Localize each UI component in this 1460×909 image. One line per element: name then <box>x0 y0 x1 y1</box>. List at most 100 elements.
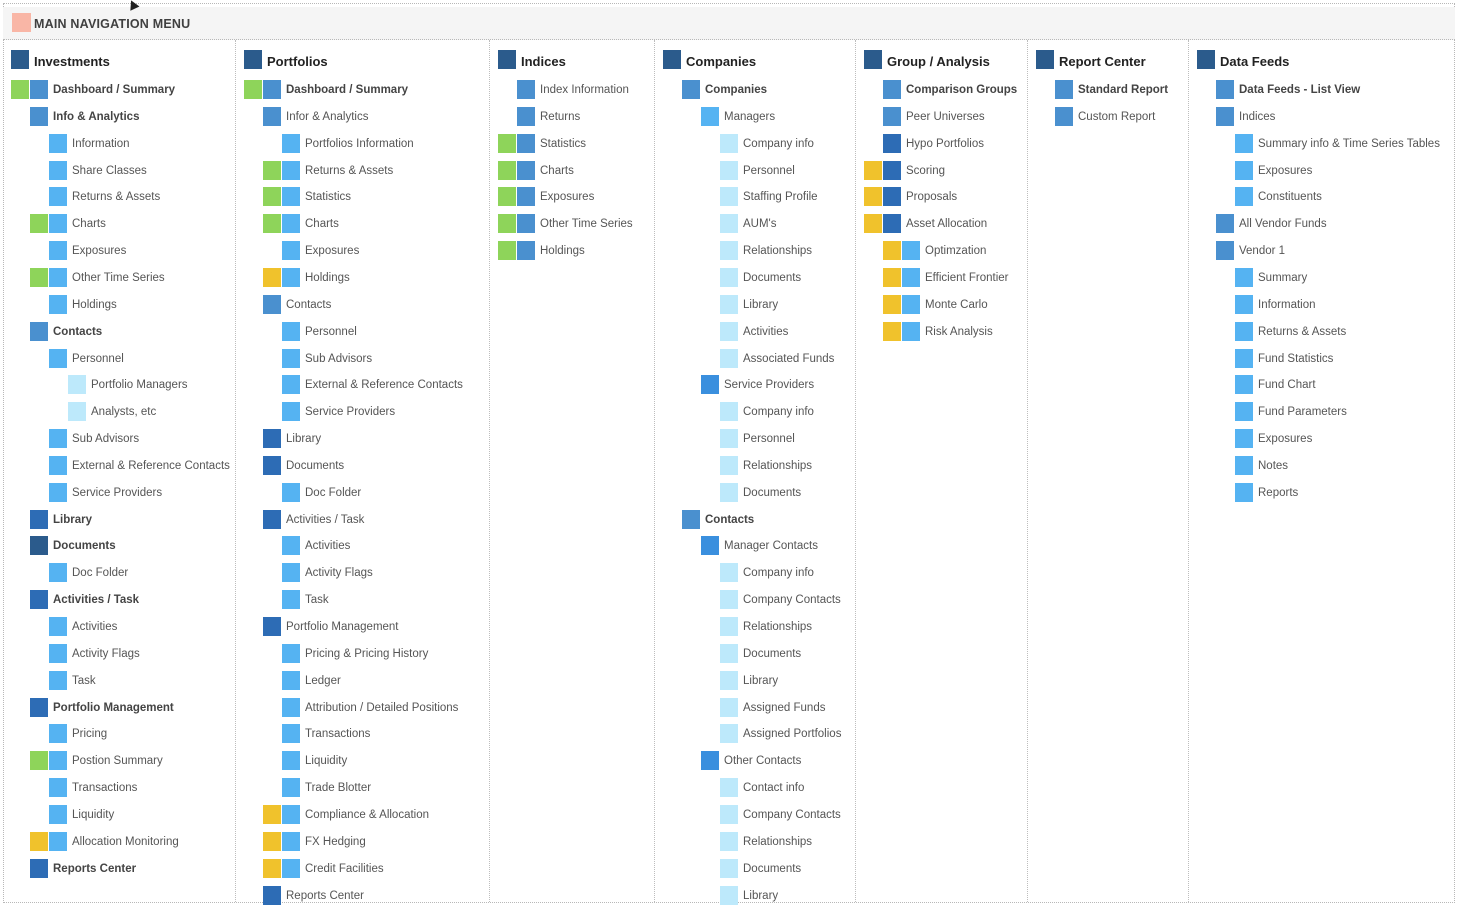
menu-item-square-icon <box>720 455 738 475</box>
menu-item-label: Portfolio Management <box>286 621 399 633</box>
menu-item-label: Trade Blotter <box>305 782 372 795</box>
menu-item-square-icon <box>282 858 300 878</box>
menu-item-square-icon <box>1055 80 1073 99</box>
menu-item-square-icon <box>517 241 535 261</box>
menu-item-label: Index Information <box>540 84 629 96</box>
menu-item-label: Indices <box>1239 110 1276 123</box>
column-heading-label: Report Center <box>1059 54 1146 69</box>
menu-item-square-icon <box>282 751 300 771</box>
menu-item-label: Relationships <box>743 459 813 472</box>
column-heading-label: Group / Analysis <box>887 54 990 69</box>
column-heading-label: Data Feeds <box>1220 54 1290 69</box>
menu-item-label: Library <box>743 298 779 311</box>
menu-item-square-icon <box>30 80 48 99</box>
menu-item-label: Returns & Assets <box>72 191 161 204</box>
menu-item-square-icon <box>30 697 48 717</box>
menu-item-label: Other Time Series <box>540 218 633 231</box>
menu-item-square-icon <box>701 751 719 771</box>
menu-item-square-icon <box>720 294 738 314</box>
menu-item-label: Doc Folder <box>72 567 129 580</box>
menu-item-square-icon <box>517 187 535 207</box>
menu-item-label: All Vendor Funds <box>1239 218 1327 231</box>
menu-item-label: Associated Funds <box>743 352 835 365</box>
yellow-status-tag-icon <box>864 160 882 180</box>
menu-item-label: Fund Parameters <box>1258 406 1347 419</box>
menu-item-square-icon <box>282 375 300 395</box>
menu-item-square-icon <box>30 858 48 878</box>
menu-item-square-icon <box>1235 160 1253 180</box>
menu-item-label: Contacts <box>53 325 103 338</box>
green-status-tag-icon <box>263 214 281 234</box>
heading-square-icon <box>498 50 516 69</box>
menu-item-label: Company Contacts <box>743 594 841 607</box>
menu-item-label: Manager Contacts <box>724 540 818 553</box>
menu-item-square-icon <box>720 187 738 207</box>
menu-item-label: Other Contacts <box>724 755 802 768</box>
header-square-icon <box>12 13 31 32</box>
menu-item-square-icon <box>282 241 300 261</box>
menu-item-label: Portfolio Management <box>53 701 174 714</box>
menu-item-label: Statistics <box>540 137 587 150</box>
green-status-tag-icon <box>30 751 48 771</box>
menu-item-label: Library <box>53 513 92 526</box>
menu-item-square-icon <box>49 482 67 502</box>
menu-item-square-icon <box>720 133 738 153</box>
menu-item-label: Attribution / Detailed Positions <box>305 701 459 714</box>
menu-item-label: Library <box>743 889 779 902</box>
menu-item-label: Asset Allocation <box>906 218 988 231</box>
heading-square-icon <box>1036 50 1054 69</box>
menu-item-label: Allocation Monitoring <box>72 835 179 848</box>
heading-square-icon <box>864 50 882 69</box>
menu-item-label: Hypo Portfolios <box>906 137 984 150</box>
menu-item-square-icon <box>1216 106 1234 126</box>
menu-item-label: Activities / Task <box>53 594 140 607</box>
menu-item-square-icon <box>282 563 300 583</box>
menu-item-square-icon <box>49 133 67 153</box>
menu-item-square-icon <box>49 563 67 583</box>
menu-item-square-icon <box>1235 482 1253 502</box>
menu-item-square-icon <box>902 241 920 261</box>
menu-item-label: Returns & Assets <box>1258 325 1347 338</box>
menu-item-square-icon <box>720 643 738 663</box>
yellow-status-tag-icon <box>883 241 901 261</box>
menu-item-square-icon <box>49 804 67 824</box>
menu-item-label: Constituents <box>1258 191 1322 204</box>
menu-item-label: Activities / Task <box>286 513 365 526</box>
menu-item-square-icon <box>720 429 738 449</box>
menu-item-square-icon <box>883 80 901 99</box>
menu-item-square-icon <box>720 348 738 368</box>
menu-item-label: Vendor 1 <box>1239 245 1286 258</box>
yellow-status-tag-icon <box>883 267 901 287</box>
menu-title: MAIN NAVIGATION MENU <box>34 17 191 31</box>
menu-item-square-icon <box>49 429 67 449</box>
column-heading-label: Indices <box>521 54 566 69</box>
menu-item-label: Comparison Groups <box>906 84 1018 96</box>
heading-square-icon <box>244 50 262 69</box>
menu-item-square-icon <box>49 348 67 368</box>
menu-item-square-icon <box>282 482 300 502</box>
menu-item-square-icon <box>720 267 738 287</box>
menu-item-label: Postion Summary <box>72 755 163 768</box>
menu-item-square-icon <box>282 697 300 717</box>
column-data-feeds: Data Feeds Data Feeds - List View Indices S… <box>1189 40 1455 902</box>
menu-item-label: Peer Universes <box>906 110 985 123</box>
menu-item-label: Charts <box>72 218 106 231</box>
menu-item-square-icon <box>282 590 300 610</box>
menu-item-label: Staffing Profile <box>743 191 818 204</box>
column-portfolios: Portfolios Dashboard / Summary Infor & Ana… <box>236 40 490 905</box>
menu-item-label: Summary <box>1258 271 1308 284</box>
menu-item-label: Notes <box>1258 459 1289 472</box>
green-status-tag-icon <box>263 160 281 180</box>
menu-item-square-icon <box>720 214 738 234</box>
menu-item-label: AUM's <box>743 218 777 231</box>
menu-item-square-icon <box>720 563 738 583</box>
menu-item-square-icon <box>263 885 281 905</box>
menu-item-label: Dashboard / Summary <box>53 84 176 96</box>
menu-item-label: Holdings <box>305 271 350 284</box>
menu-item-square-icon <box>883 214 901 234</box>
menu-item-square-icon <box>282 724 300 744</box>
menu-item-square-icon <box>1235 375 1253 395</box>
menu-item-label: Optimzation <box>925 245 987 258</box>
menu-item-square-icon <box>1235 348 1253 368</box>
menu-item-square-icon <box>720 590 738 610</box>
